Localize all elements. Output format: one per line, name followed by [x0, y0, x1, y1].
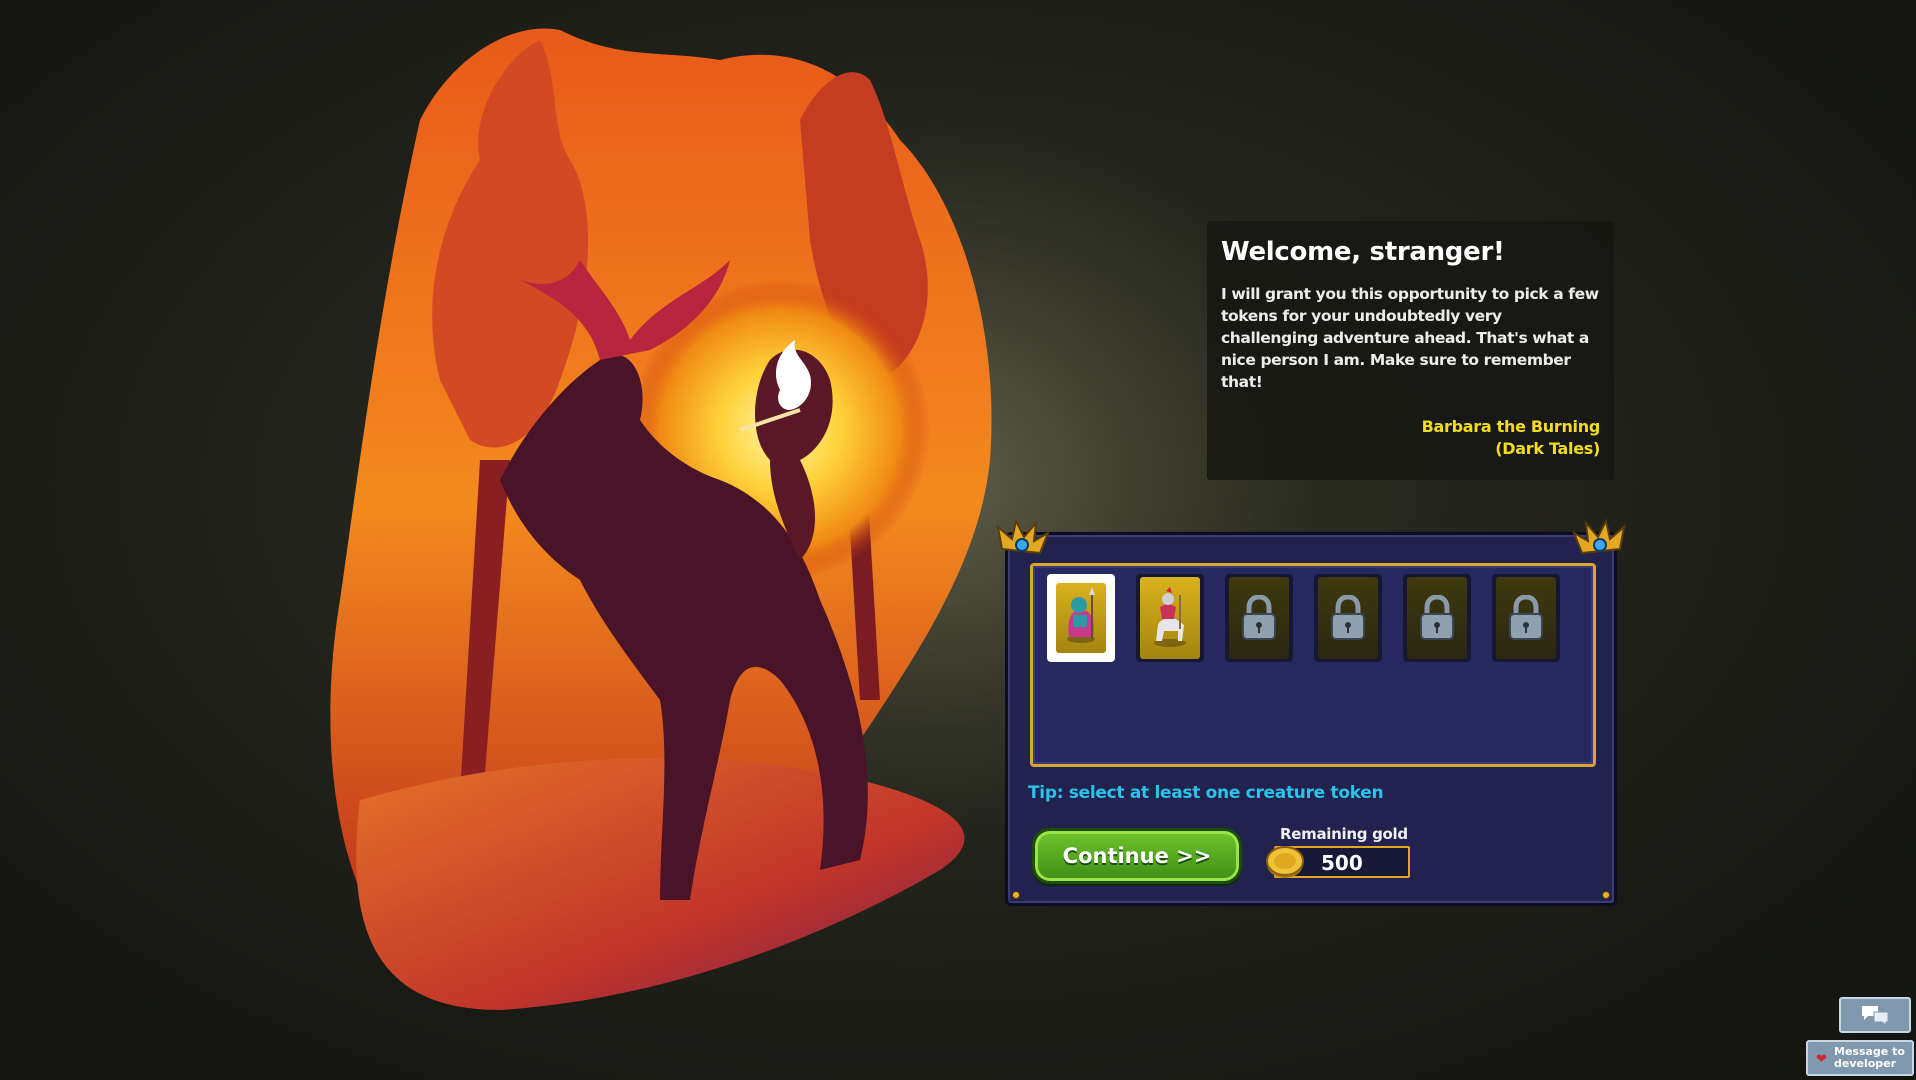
knight-on-horse-icon [1154, 587, 1186, 647]
lock-icon [1242, 595, 1276, 640]
speaker-name: Barbara the Burning (Dark Tales) [1421, 416, 1601, 460]
chat-bubbles-icon [1862, 1006, 1889, 1026]
welcome-message: I will grant you this opportunity to pic… [1221, 285, 1599, 391]
token-card [1140, 577, 1200, 659]
token-card [1318, 577, 1378, 659]
token-slots-frame [1030, 563, 1596, 767]
remaining-gold-label: Remaining gold [1280, 825, 1408, 843]
token-slot-locked[interactable] [1403, 574, 1471, 662]
spear-guard-icon [1067, 587, 1095, 643]
remaining-gold-value: 500 [1321, 851, 1363, 875]
token-slot-locked[interactable] [1314, 574, 1382, 662]
heart-icon: ❤ [1816, 1052, 1827, 1067]
token-slot-spear-guard[interactable] [1047, 574, 1115, 662]
token-card [1229, 577, 1289, 659]
token-selection-panel: Tip: select at least one creature token … [996, 519, 1626, 906]
crown-ornament-icon [1572, 519, 1626, 555]
crown-ornament-icon [996, 519, 1050, 555]
token-card [1496, 577, 1556, 659]
gold-coin-icon [1266, 846, 1304, 878]
speaker-name-line: Barbara the Burning [1421, 417, 1601, 436]
corner-rivet [1602, 891, 1610, 899]
tip-text: Tip: select at least one creature token [1028, 783, 1384, 803]
message-to-developer-label: Message to developer [1834, 1045, 1905, 1070]
lock-icon [1509, 595, 1543, 640]
corner-rivet [1012, 891, 1020, 899]
token-slots [1047, 574, 1560, 662]
continue-button[interactable]: Continue >> [1032, 828, 1242, 884]
token-card [1407, 577, 1467, 659]
lock-icon [1420, 595, 1454, 640]
welcome-panel: Welcome, stranger! I will grant you this… [1207, 221, 1614, 480]
remaining-gold-box: 500 [1266, 846, 1410, 878]
speaker-source-line: (Dark Tales) [1495, 439, 1600, 458]
token-card [1056, 583, 1106, 653]
token-slot-knight-on-horse[interactable] [1136, 574, 1204, 662]
token-slot-locked[interactable] [1225, 574, 1293, 662]
lock-icon [1331, 595, 1365, 640]
message-to-developer-button[interactable]: ❤ Message to developer [1806, 1040, 1914, 1076]
token-slot-locked[interactable] [1492, 574, 1560, 662]
welcome-title: Welcome, stranger! [1221, 237, 1505, 267]
chat-button[interactable] [1839, 997, 1911, 1033]
